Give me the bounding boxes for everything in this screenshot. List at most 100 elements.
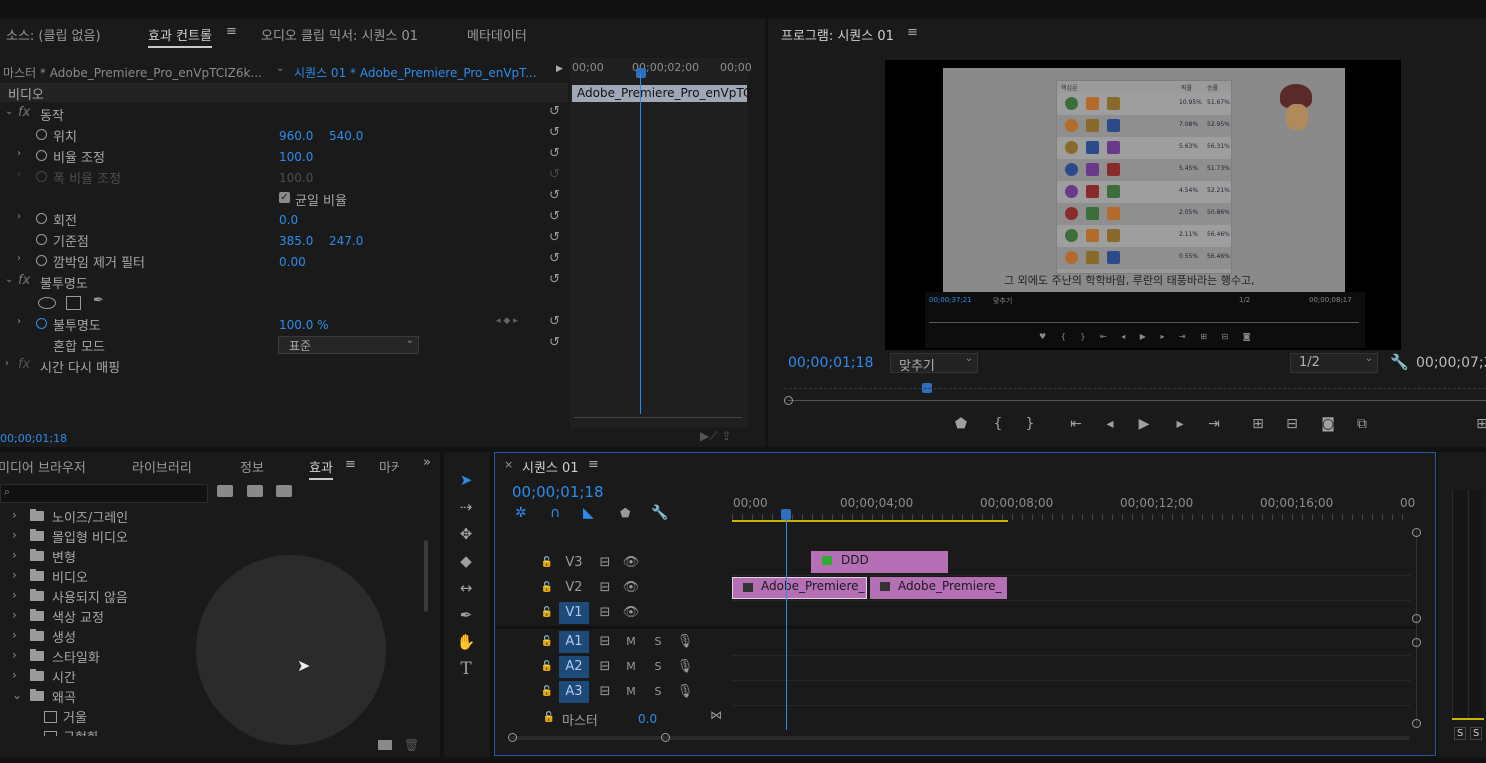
master-clip-label[interactable]: 마스터 * Adobe_Premiere_Pro_enVpTCIZ6k... <box>3 64 265 81</box>
step-forward-button[interactable]: ▸ <box>1168 416 1192 432</box>
chevron-right-icon[interactable]: › <box>17 211 21 222</box>
track-label-a3[interactable]: A3 <box>559 681 589 703</box>
track-label-a1[interactable]: A1 <box>559 631 589 653</box>
reset-icon[interactable]: ↺ <box>549 125 560 140</box>
tab-markers[interactable]: 마커 <box>379 457 399 476</box>
ec-scrollbar[interactable] <box>574 417 742 424</box>
flicker-value[interactable]: 0.00 <box>279 255 306 269</box>
scroll-handle[interactable] <box>1412 528 1421 537</box>
program-timecode[interactable]: 00;00;01;18 <box>788 355 873 371</box>
razor-tool-icon[interactable]: ◆ <box>455 550 477 572</box>
scroll-handle[interactable] <box>508 733 517 742</box>
reset-icon[interactable]: ↺ <box>549 230 560 245</box>
panel-menu-icon[interactable]: ≡ <box>588 457 599 472</box>
uniform-scale-checkbox[interactable]: ✓ <box>279 192 290 203</box>
compare-view-button[interactable]: ⧉ <box>1350 416 1374 432</box>
microphone-icon[interactable]: 🎙 <box>670 681 700 703</box>
chevron-right-icon[interactable]: › <box>17 316 21 327</box>
close-icon[interactable]: × <box>504 458 513 471</box>
marker-icon[interactable]: ⬟ <box>620 506 630 520</box>
chevron-down-icon[interactable]: ⌄ <box>276 63 284 74</box>
add-marker-button[interactable]: ⬟ <box>949 416 973 432</box>
ec-timecode[interactable]: 00;00;01;18 <box>0 432 67 445</box>
mark-in-button[interactable]: { <box>986 416 1010 432</box>
lock-icon[interactable]: 🔓 <box>532 552 562 574</box>
effect-item[interactable]: 구형화 <box>0 726 420 736</box>
scale-value[interactable]: 100.0 <box>279 150 313 164</box>
export-icon[interactable]: ▶⟋ ⇪ <box>700 429 732 444</box>
tab-info[interactable]: 정보 <box>240 457 264 476</box>
lock-icon[interactable]: 🔓 <box>532 631 562 653</box>
wrench-icon[interactable]: 🔧 <box>1390 353 1409 371</box>
program-monitor-title[interactable]: 프로그램: 시퀀스 01 <box>781 25 894 46</box>
fit-select[interactable]: 맞추기 ⌄ <box>890 353 978 374</box>
mute-button[interactable]: M <box>616 681 646 703</box>
solo-button[interactable]: S <box>643 656 673 678</box>
eye-icon[interactable]: 👁 <box>616 577 646 599</box>
microphone-icon[interactable]: 🎙 <box>670 631 700 653</box>
stopwatch-icon[interactable] <box>36 318 47 329</box>
panel-menu-icon[interactable]: ≡ <box>345 457 356 472</box>
scroll-handle[interactable] <box>1412 638 1421 647</box>
track-label-v1[interactable]: V1 <box>559 602 589 624</box>
reset-icon[interactable]: ↺ <box>549 209 560 224</box>
stopwatch-icon[interactable] <box>36 150 47 161</box>
anchor-y-value[interactable]: 247.0 <box>329 234 363 248</box>
microphone-icon[interactable]: 🎙 <box>670 656 700 678</box>
hand-tool-icon[interactable]: ✋ <box>455 631 477 653</box>
timeline-timecode[interactable]: 00;00;01;18 <box>512 483 604 501</box>
pen-mask-icon[interactable]: ✒ <box>93 293 104 308</box>
tab-metadata[interactable]: 메타데이터 <box>467 25 527 44</box>
tab-source[interactable]: 소스: (클립 없음) <box>6 25 101 44</box>
reset-icon[interactable]: ↺ <box>549 146 560 161</box>
step-back-button[interactable]: ◂ <box>1098 416 1122 432</box>
play-button[interactable]: ▶ <box>1132 416 1156 432</box>
new-bin-icon[interactable] <box>378 740 392 750</box>
lift-button[interactable]: ⊞ <box>1246 416 1270 432</box>
extract-button[interactable]: ⊟ <box>1280 416 1304 432</box>
stopwatch-icon[interactable] <box>36 129 47 140</box>
clip-v2-b[interactable]: Adobe_Premiere_ <box>870 577 1007 599</box>
track-label-a2[interactable]: A2 <box>559 656 589 678</box>
solo-button[interactable]: S <box>643 681 673 703</box>
reset-icon[interactable]: ↺ <box>549 104 560 119</box>
folder-row[interactable]: › 몰입형 비디오 <box>0 526 420 546</box>
scroll-handle[interactable] <box>661 733 670 742</box>
reset-icon[interactable]: ↺ <box>549 272 560 287</box>
reset-icon[interactable]: ↺ <box>549 314 560 329</box>
mute-button[interactable]: M <box>616 631 646 653</box>
ellipse-mask-icon[interactable] <box>38 297 56 309</box>
position-x-value[interactable]: 960.0 <box>279 129 313 143</box>
scroll-handle[interactable] <box>1412 614 1421 623</box>
track-label-v3[interactable]: V3 <box>559 552 589 574</box>
resolution-select[interactable]: 1/2 ⌄ <box>1290 353 1378 373</box>
eye-icon[interactable]: 👁 <box>616 552 646 574</box>
accelerated-effects-icon[interactable] <box>217 485 233 497</box>
opacity-value[interactable]: 100.0 % <box>279 318 329 332</box>
timeline-title[interactable]: 시퀀스 01 <box>522 457 579 476</box>
eye-icon[interactable]: 👁 <box>616 602 646 624</box>
chevron-right-icon[interactable]: › <box>17 148 21 159</box>
work-area-bar[interactable] <box>732 520 1008 522</box>
add-marker-icon[interactable]: ◣ <box>583 505 594 521</box>
ec-mini-clip[interactable]: Adobe_Premiere_Pro_enVpTC <box>572 85 751 102</box>
program-scrubber[interactable] <box>784 383 1486 407</box>
timeline-h-scrollbar[interactable] <box>510 736 1410 740</box>
go-to-in-button[interactable]: ⇤ <box>1064 416 1088 432</box>
camera-icon[interactable]: ◙ <box>1316 416 1340 432</box>
solo-button[interactable]: S <box>643 631 673 653</box>
ripple-edit-tool-icon[interactable]: ✥ <box>455 523 477 545</box>
timeline-v-scrollbar[interactable] <box>1416 530 1417 725</box>
linked-selection-icon[interactable]: ∩ <box>550 505 560 521</box>
lock-icon[interactable]: 🔓 <box>532 577 562 599</box>
tab-libraries[interactable]: 라이브러리 <box>132 457 192 476</box>
trash-icon[interactable]: 🗑 <box>404 738 419 752</box>
play-only-icon[interactable]: ▶ <box>556 64 563 74</box>
solo-button[interactable]: S <box>1470 727 1483 740</box>
rectangle-mask-icon[interactable] <box>66 296 81 310</box>
stopwatch-icon[interactable] <box>36 234 47 245</box>
folder-row[interactable]: › 노이즈/그레인 <box>0 506 420 526</box>
stopwatch-icon[interactable] <box>36 255 47 266</box>
lock-icon[interactable]: 🔓 <box>532 681 562 703</box>
effects-search-input[interactable]: ⌕ <box>0 484 208 503</box>
